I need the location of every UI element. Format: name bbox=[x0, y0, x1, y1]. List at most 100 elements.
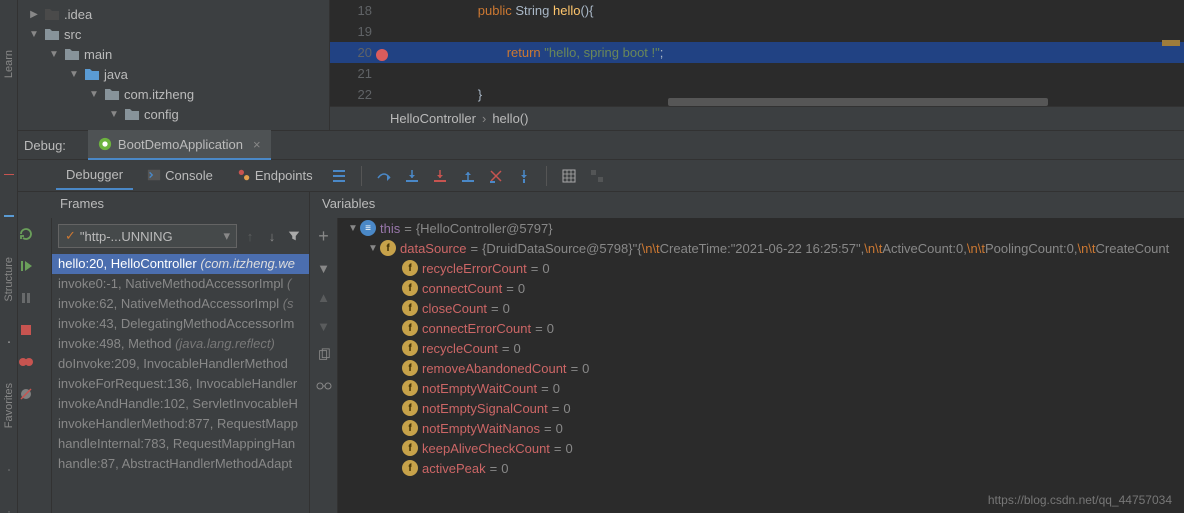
stack-frame[interactable]: invokeAndHandle:102, ServletInvocableH bbox=[52, 394, 309, 414]
stack-frame[interactable]: invoke:43, DelegatingMethodAccessorIm bbox=[52, 314, 309, 334]
tree-arrow-icon[interactable]: ▼ bbox=[68, 69, 80, 80]
threads-icon[interactable] bbox=[327, 164, 351, 188]
tree-arrow-icon[interactable]: ▼ bbox=[108, 109, 120, 120]
line-number: 22 bbox=[330, 87, 390, 102]
step-over-icon[interactable] bbox=[372, 164, 396, 188]
frames-panel: ✓ "http-...UNNING ▾ ↑ ↓ hello:20, HelloC… bbox=[52, 218, 310, 513]
structure-tab[interactable]: Structure bbox=[3, 257, 15, 302]
tree-item[interactable]: ▼ config bbox=[0, 104, 329, 124]
trace-icon[interactable] bbox=[585, 164, 609, 188]
stack-frame[interactable]: invokeForRequest:136, InvocableHandler bbox=[52, 374, 309, 394]
stack-frame[interactable]: invokeHandlerMethod:877, RequestMapp bbox=[52, 414, 309, 434]
learn-tab[interactable]: Learn bbox=[3, 50, 15, 78]
stack-frame[interactable]: invoke0:-1, NativeMethodAccessorImpl ( bbox=[52, 274, 309, 294]
var-field[interactable]: frecycleCount = 0 bbox=[338, 338, 1184, 358]
evaluate-icon[interactable] bbox=[557, 164, 581, 188]
scroll-down-icon[interactable]: ▼ bbox=[317, 319, 330, 334]
thread-selector[interactable]: ✓ "http-...UNNING ▾ bbox=[58, 224, 237, 248]
tree-arrow-icon[interactable]: ▼ bbox=[88, 89, 100, 100]
tree-item[interactable]: ▼ java bbox=[0, 64, 329, 84]
stack-frame[interactable]: handleInternal:783, RequestMappingHan bbox=[52, 434, 309, 454]
collapse-arrow-icon[interactable]: ▼ bbox=[366, 243, 380, 254]
tree-arrow-icon[interactable]: ▼ bbox=[48, 49, 60, 60]
code-line[interactable]: 19 bbox=[330, 21, 1184, 42]
resume-icon[interactable] bbox=[16, 256, 36, 276]
console-tab[interactable]: Console bbox=[137, 162, 223, 189]
minimap-marker[interactable] bbox=[1162, 40, 1180, 46]
expand-icon[interactable]: ▼ bbox=[317, 261, 330, 276]
breadcrumb-class[interactable]: HelloController bbox=[390, 111, 476, 126]
var-this[interactable]: ▼ ≡ this = {HelloController@5797} bbox=[338, 218, 1184, 238]
tree-arrow-icon[interactable]: ▼ bbox=[28, 29, 40, 40]
breakpoint-icon[interactable] bbox=[376, 49, 388, 61]
debug-title: Debug: bbox=[24, 138, 66, 153]
var-field[interactable]: frecycleErrorCount = 0 bbox=[338, 258, 1184, 278]
step-into-icon[interactable] bbox=[400, 164, 424, 188]
code-line[interactable]: 20 return "hello, spring boot !"; bbox=[330, 42, 1184, 63]
var-field[interactable]: factivePeak = 0 bbox=[338, 458, 1184, 478]
debugger-tab[interactable]: Debugger bbox=[56, 161, 133, 190]
frames-header: Frames bbox=[0, 192, 310, 218]
tree-item[interactable]: ▼ com.itzheng bbox=[0, 84, 329, 104]
var-field[interactable]: fnotEmptyWaitCount = 0 bbox=[338, 378, 1184, 398]
editor-horizontal-scrollbar[interactable] bbox=[668, 98, 1048, 106]
next-frame-icon[interactable]: ↓ bbox=[263, 227, 281, 245]
stack-frame[interactable]: handle:87, AbstractHandlerMethodAdapt bbox=[52, 454, 309, 474]
close-icon[interactable]: × bbox=[253, 137, 261, 152]
glasses-icon[interactable] bbox=[316, 379, 332, 394]
breadcrumb-method[interactable]: hello() bbox=[492, 111, 528, 126]
stack-frame[interactable]: invoke:498, Method (java.lang.reflect) bbox=[52, 334, 309, 354]
stop-icon[interactable] bbox=[16, 320, 36, 340]
var-datasource[interactable]: ▼ f dataSource = {DruidDataSource@5798} … bbox=[338, 238, 1184, 258]
prev-frame-icon[interactable]: ↑ bbox=[241, 227, 259, 245]
var-field[interactable]: fcloseCount = 0 bbox=[338, 298, 1184, 318]
tree-item[interactable]: ▼ src bbox=[0, 24, 329, 44]
tree-arrow-icon[interactable]: ▶ bbox=[28, 9, 40, 20]
force-step-into-icon[interactable] bbox=[428, 164, 452, 188]
stop-square-icon[interactable] bbox=[4, 174, 14, 176]
view-breakpoints-icon[interactable] bbox=[16, 352, 36, 372]
tree-item[interactable]: ▼main bbox=[0, 44, 329, 64]
tree-label: src bbox=[64, 27, 81, 42]
var-field[interactable]: fnotEmptyWaitNanos = 0 bbox=[338, 418, 1184, 438]
variables-panel[interactable]: ▼ ≡ this = {HelloController@5797} ▼ f da… bbox=[338, 218, 1184, 513]
editor-breadcrumb[interactable]: HelloController › hello() bbox=[330, 106, 1184, 130]
var-field[interactable]: fnotEmptySignalCount = 0 bbox=[338, 398, 1184, 418]
folder-icon bbox=[44, 27, 60, 41]
stack-frame[interactable]: hello:20, HelloController (com.itzheng.w… bbox=[52, 254, 309, 274]
code-line[interactable]: 21 bbox=[330, 63, 1184, 84]
var-field[interactable]: fconnectErrorCount = 0 bbox=[338, 318, 1184, 338]
tree-item[interactable]: ▶ .idea bbox=[0, 4, 329, 24]
code-line[interactable]: 18 public String hello(){ bbox=[330, 0, 1184, 21]
var-field[interactable]: fremoveAbandonedCount = 0 bbox=[338, 358, 1184, 378]
tree-label: java bbox=[104, 67, 128, 82]
mute-breakpoints-icon[interactable] bbox=[16, 384, 36, 404]
settings-gear-icon[interactable] bbox=[2, 469, 16, 471]
layout-icon[interactable] bbox=[4, 215, 14, 217]
code-editor[interactable]: 18 public String hello(){1920 return "he… bbox=[330, 0, 1184, 130]
collapse-arrow-icon[interactable]: ▼ bbox=[346, 223, 360, 234]
tree-label: .idea bbox=[64, 7, 92, 22]
frame-list[interactable]: hello:20, HelloController (com.itzheng.w… bbox=[52, 254, 309, 513]
var-field[interactable]: fconnectCount = 0 bbox=[338, 278, 1184, 298]
pause-icon[interactable] bbox=[16, 288, 36, 308]
tree-label: config bbox=[144, 107, 179, 122]
copy-icon[interactable] bbox=[317, 348, 331, 365]
tree-label: com.itzheng bbox=[124, 87, 194, 102]
camera-icon[interactable] bbox=[2, 341, 16, 343]
add-watch-icon[interactable]: + bbox=[318, 226, 329, 247]
favorites-tab[interactable]: Favorites bbox=[3, 383, 15, 428]
run-to-cursor-icon[interactable] bbox=[512, 164, 536, 188]
var-field[interactable]: fkeepAliveCheckCount = 0 bbox=[338, 438, 1184, 458]
rerun-icon[interactable] bbox=[16, 224, 36, 244]
endpoints-tab[interactable]: Endpoints bbox=[227, 162, 323, 189]
stack-frame[interactable]: doInvoke:209, InvocableHandlerMethod bbox=[52, 354, 309, 374]
drop-frame-icon[interactable] bbox=[484, 164, 508, 188]
stack-frame[interactable]: invoke:62, NativeMethodAccessorImpl (s bbox=[52, 294, 309, 314]
field-icon: f bbox=[402, 380, 418, 396]
filter-icon[interactable] bbox=[285, 227, 303, 245]
debug-config-tab[interactable]: BootDemoApplication × bbox=[88, 130, 271, 160]
step-out-icon[interactable] bbox=[456, 164, 480, 188]
scroll-up-icon[interactable]: ▲ bbox=[317, 290, 330, 305]
project-tree[interactable]: ▶.idea▼src▼main▼java▼com.itzheng▼config bbox=[0, 0, 330, 130]
